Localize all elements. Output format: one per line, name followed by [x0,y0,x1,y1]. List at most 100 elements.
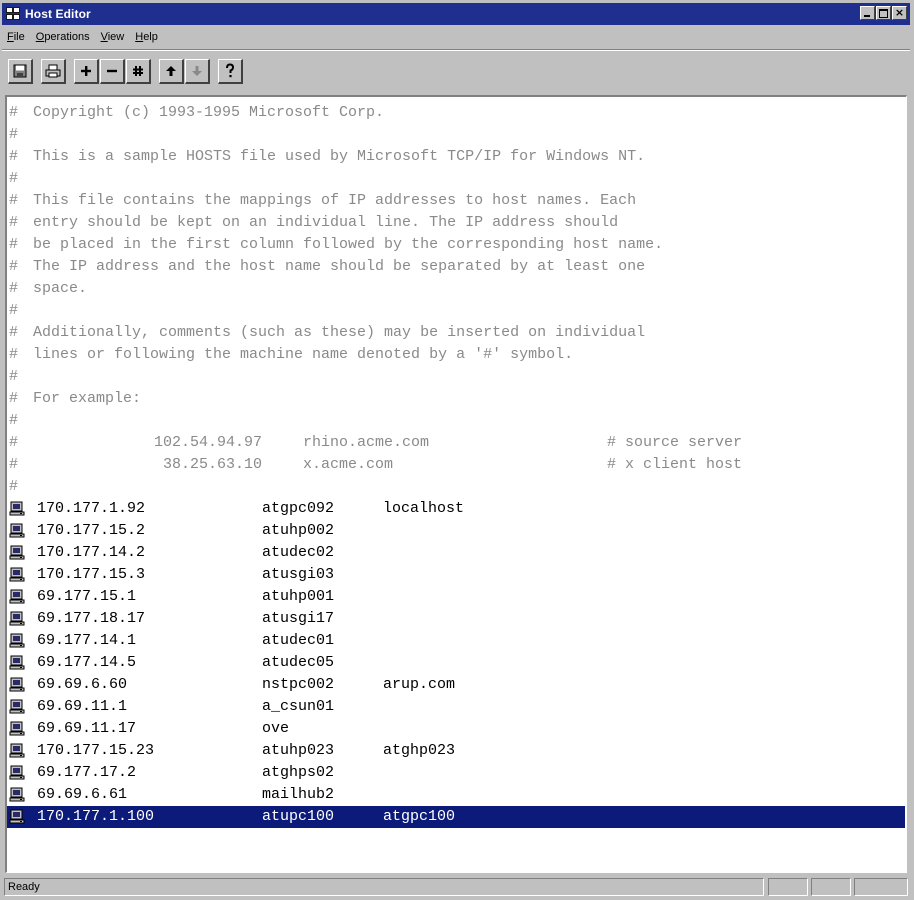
entry-host-name: atuhp001 [262,588,335,605]
entry-host-name: atusgi17 [262,610,335,627]
comment-text: entry should be kept on an individual li… [33,214,619,231]
host-entry-row[interactable]: 170.177.15.2 atuhp002 [7,520,905,542]
menu-help[interactable]: Help [130,31,164,43]
comment-marker: # [9,192,19,209]
entry-alias: atghp023 [383,742,456,759]
host-computer-icon [9,765,25,780]
window-title: Host Editor [25,7,91,21]
entry-alias: arup.com [383,676,456,693]
comment-line[interactable]: # This file contains the mappings of IP a… [7,190,905,212]
comment-line[interactable]: # The IP address and the host name should… [7,256,905,278]
comment-marker: # [9,258,19,275]
comment-marker: # [9,478,19,495]
save-button[interactable] [8,58,33,84]
host-computer-icon [9,633,25,648]
host-computer-icon [9,699,25,714]
host-entry-row[interactable]: 170.177.1.92 atgpc092 localhost [7,498,905,520]
host-entry-row[interactable]: 69.177.18.17 atusgi17 [7,608,905,630]
menu-view[interactable]: View [96,31,131,43]
entry-host-name: ove [262,720,290,737]
host-entry-row[interactable]: 69.177.14.5 atudec05 [7,652,905,674]
entry-host-name: atudec02 [262,544,335,561]
host-entry-row[interactable]: 69.69.6.60 nstpc002 arup.com [7,674,905,696]
comment-line[interactable]: # [7,300,905,322]
move-up-icon [166,65,176,76]
move-up-button[interactable] [159,58,184,84]
host-entry-row[interactable]: 69.69.6.61 mailhub2 [7,784,905,806]
comment-line[interactable]: # Additionally, comments (such as these) … [7,322,905,344]
comment-line[interactable]: # lines or following the machine name den… [7,344,905,366]
comment-line[interactable]: # space. [7,278,905,300]
comment-line[interactable]: # [7,168,905,190]
entry-ip-address: 69.177.14.1 [37,632,137,649]
comment-line[interactable]: # For example: [7,388,905,410]
comment-marker: # [9,170,19,187]
print-button[interactable] [41,58,66,84]
entry-host-name: mailhub2 [262,786,335,803]
host-computer-icon [9,611,25,626]
entry-host-name: atudec01 [262,632,335,649]
example-line[interactable]: #102.54.94.97 rhino.acme.com # source serv… [7,432,905,454]
comment-line[interactable]: # Copyright (c) 1993-1995 Microsoft Corp. [7,102,905,124]
host-entry-row[interactable]: 170.177.15.23 atuhp023 atghp023 [7,740,905,762]
close-button[interactable]: × [892,6,907,20]
host-entry-row[interactable]: 69.177.17.2 atghps02 [7,762,905,784]
toolbar [8,56,244,86]
move-down-button[interactable] [185,58,210,84]
host-entry-row[interactable]: 69.69.11.17 ove [7,718,905,740]
example-comment: # source server [607,434,743,451]
host-entry-row[interactable]: 170.177.15.3 atusgi03 [7,564,905,586]
entry-ip-address: 170.177.15.2 [37,522,146,539]
add-entry-button[interactable] [74,58,99,84]
example-host: rhino.acme.com [303,434,430,451]
comment-line[interactable]: # [7,410,905,432]
comment-line[interactable]: # [7,124,905,146]
comment-text: For example: [33,390,142,407]
host-entry-row[interactable]: 69.69.11.1 a_csun01 [7,696,905,718]
menu-operations[interactable]: Operations [31,31,96,43]
host-entry-row[interactable]: 69.177.14.1 atudec01 [7,630,905,652]
comment-text: The IP address and the host name should … [33,258,646,275]
host-computer-icon [9,501,25,516]
comment-line[interactable]: # [7,476,905,498]
entry-ip-address: 170.177.1.92 [37,500,146,517]
menu-bar: File Operations View Help [2,28,164,46]
comment-line[interactable]: # be placed in the first column followed … [7,234,905,256]
print-icon [45,64,61,77]
status-bar: Ready [2,876,910,898]
comment-marker: # [9,214,19,231]
help-icon [226,62,235,77]
entry-host-name: atgpc092 [262,500,335,517]
entry-host-name: atuhp023 [262,742,335,759]
status-panel [854,878,908,896]
close-icon: × [894,6,905,19]
example-line[interactable]: #38.25.63.10 x.acme.com # x client host [7,454,905,476]
title-bar[interactable]: Host Editor × [2,3,910,25]
comment-toggle-button[interactable] [126,58,151,84]
status-text: Ready [4,878,764,896]
example-host: x.acme.com [303,456,394,473]
comment-text: This file contains the mappings of IP ad… [33,192,637,209]
comment-line[interactable]: # [7,366,905,388]
example-ip: 38.25.63.10 [162,456,262,473]
minimize-button[interactable] [860,6,875,20]
entry-ip-address: 170.177.15.23 [37,742,155,759]
entry-host-name: nstpc002 [262,676,335,693]
entry-ip-address: 69.69.11.1 [37,698,128,715]
entry-host-name: atupc100 [262,808,335,825]
entry-alias: atgpc100 [383,808,456,825]
help-button[interactable] [218,58,243,84]
maximize-button[interactable] [876,6,891,20]
comment-line[interactable]: # entry should be kept on an individual l… [7,212,905,234]
comment-marker: # [9,236,19,253]
host-entry-row[interactable]: 69.177.15.1 atuhp001 [7,586,905,608]
comment-line[interactable]: # This is a sample HOSTS file used by Mic… [7,146,905,168]
remove-entry-button[interactable] [100,58,125,84]
hosts-text-editor[interactable]: # Copyright (c) 1993-1995 Microsoft Corp.… [5,95,907,873]
save-icon [13,64,27,77]
host-computer-icon [9,809,25,824]
comment-marker: # [9,148,19,165]
menu-file[interactable]: File [2,31,31,43]
host-entry-row[interactable]: 170.177.14.2 atudec02 [7,542,905,564]
host-entry-row[interactable]: 170.177.1.100 atupc100 atgpc100 [7,806,905,828]
